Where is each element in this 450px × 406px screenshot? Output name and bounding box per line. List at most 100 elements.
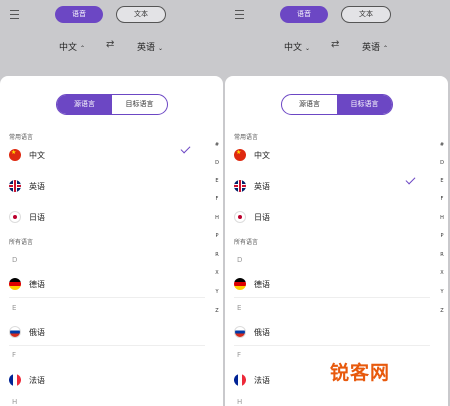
alphabet-index-f[interactable]: F	[213, 196, 221, 202]
language-label: 德语	[254, 280, 270, 289]
japan-flag-icon	[9, 211, 21, 223]
alphabet-index-r[interactable]: R	[213, 252, 221, 258]
alphabet-index-z[interactable]: Z	[213, 308, 221, 314]
list-item[interactable]: 法语	[9, 373, 194, 387]
germany-flag-icon	[9, 278, 21, 290]
language-label: 日语	[29, 213, 45, 222]
section-letter: F	[237, 351, 242, 359]
list-item[interactable]: 英语	[9, 179, 194, 193]
list-item[interactable]: 中文	[234, 148, 419, 162]
alphabet-index-p[interactable]: P	[438, 233, 446, 239]
alphabet-index-e[interactable]: E	[438, 178, 446, 184]
list-item[interactable]: 德语	[9, 277, 194, 291]
list-item[interactable]: 日语	[9, 210, 194, 224]
tab-text[interactable]: 文本	[341, 6, 391, 23]
alphabet-index-h[interactable]: H	[438, 215, 446, 221]
language-label: 中文	[254, 151, 270, 160]
alphabet-index-x[interactable]: X	[438, 270, 446, 276]
uk-flag-icon	[234, 180, 246, 192]
divider	[234, 297, 430, 298]
language-label: 英语	[29, 182, 45, 191]
tab-target-language[interactable]: 目标语言	[337, 95, 392, 114]
target-language-selector[interactable]: 英语 ⌄	[137, 40, 163, 53]
all-languages-header: 所有语言	[9, 239, 34, 246]
france-flag-icon	[234, 374, 246, 386]
language-role-toggle: 源语言 目标语言	[281, 94, 393, 115]
russia-flag-icon	[234, 326, 246, 338]
tab-voice[interactable]: 语音	[55, 6, 103, 23]
section-letter: H	[237, 398, 243, 406]
alphabet-index-hash[interactable]: #	[438, 142, 446, 148]
alphabet-index-e[interactable]: E	[213, 178, 221, 184]
checkmark-icon	[180, 143, 191, 154]
menu-icon[interactable]	[10, 10, 19, 19]
language-role-toggle: 源语言 目标语言	[56, 94, 168, 115]
source-language-selector[interactable]: 中文 ⌃	[59, 40, 85, 53]
list-item[interactable]: 德语	[234, 277, 419, 291]
language-label: 中文	[29, 151, 45, 160]
alphabet-index-hash[interactable]: #	[213, 142, 221, 148]
target-language-label: 英语	[137, 43, 156, 53]
list-item[interactable]: 日语	[234, 210, 419, 224]
chevron-down-icon: ⌄	[305, 45, 311, 52]
list-item[interactable]: 法语	[234, 373, 419, 387]
swap-languages-icon[interactable]: ⇄	[106, 39, 114, 50]
china-flag-icon	[9, 149, 21, 161]
section-letter: H	[12, 398, 18, 406]
tab-voice[interactable]: 语音	[280, 6, 328, 23]
tab-source-language[interactable]: 源语言	[282, 95, 337, 114]
menu-icon[interactable]	[235, 10, 244, 19]
language-sheet: 源语言 目标语言 常用语言 中文 英语 日语 所有语言 D 德语 E 俄语	[225, 76, 448, 406]
divider	[9, 345, 205, 346]
section-letter: E	[237, 304, 242, 312]
list-item[interactable]: 俄语	[234, 325, 419, 339]
divider	[9, 297, 205, 298]
alphabet-index-y[interactable]: Y	[213, 289, 221, 295]
list-item[interactable]: 英语	[234, 174, 419, 193]
section-letter: F	[12, 351, 17, 359]
source-language-label: 中文	[59, 43, 78, 53]
target-language-label: 英语	[362, 43, 381, 53]
source-language-label: 中文	[284, 43, 303, 53]
chevron-down-icon: ⌄	[158, 45, 164, 52]
china-flag-icon	[234, 149, 246, 161]
language-label: 俄语	[254, 328, 270, 337]
list-item[interactable]: 中文	[9, 143, 194, 162]
alphabet-index-y[interactable]: Y	[438, 289, 446, 295]
list-item[interactable]: 俄语	[9, 325, 194, 339]
language-label: 英语	[254, 182, 270, 191]
target-language-selector[interactable]: 英语 ⌃	[362, 40, 388, 53]
alphabet-index-d[interactable]: D	[213, 160, 221, 166]
russia-flag-icon	[9, 326, 21, 338]
germany-flag-icon	[234, 278, 246, 290]
common-languages-header: 常用语言	[234, 134, 259, 141]
checkmark-icon	[405, 174, 416, 185]
language-label: 日语	[254, 213, 270, 222]
right-screen: 语音 文本 中文⌄ ⇄ 英语⌃ 源语言 目标语言 常用语言 中文 英语 日语 所…	[225, 0, 450, 406]
watermark-logo: 锐客网	[330, 362, 391, 384]
tab-target-language[interactable]: 目标语言	[112, 95, 167, 114]
france-flag-icon	[9, 374, 21, 386]
section-letter: E	[12, 304, 17, 312]
section-letter: D	[237, 256, 243, 264]
alphabet-index-f[interactable]: F	[438, 196, 446, 202]
swap-languages-icon[interactable]: ⇄	[331, 39, 339, 50]
divider	[234, 345, 430, 346]
common-languages-header: 常用语言	[9, 134, 34, 141]
chevron-up-icon: ⌃	[383, 45, 389, 52]
alphabet-index-x[interactable]: X	[213, 270, 221, 276]
alphabet-index-z[interactable]: Z	[438, 308, 446, 314]
top-bar: 语音 文本 中文 ⌃ ⇄ 英语 ⌄	[0, 0, 225, 74]
tab-source-language[interactable]: 源语言	[57, 95, 112, 114]
language-sheet: 源语言 目标语言 常用语言 中文 英语 日语 所有语言 D 德语 E 俄语	[0, 76, 223, 406]
language-label: 俄语	[29, 328, 45, 337]
left-screen: 语音 文本 中文⌃ ⇄ 英语⌄ 源语言 目标语言 常用语言 中文 英语 日语 所…	[0, 0, 225, 406]
alphabet-index-p[interactable]: P	[213, 233, 221, 239]
source-language-selector[interactable]: 中文 ⌄	[284, 40, 310, 53]
alphabet-index-d[interactable]: D	[438, 160, 446, 166]
alphabet-index-r[interactable]: R	[438, 252, 446, 258]
tab-text[interactable]: 文本	[116, 6, 166, 23]
top-bar: 语音 文本 中文 ⌄ ⇄ 英语 ⌃	[225, 0, 450, 74]
language-label: 法语	[29, 376, 45, 385]
alphabet-index-h[interactable]: H	[213, 215, 221, 221]
